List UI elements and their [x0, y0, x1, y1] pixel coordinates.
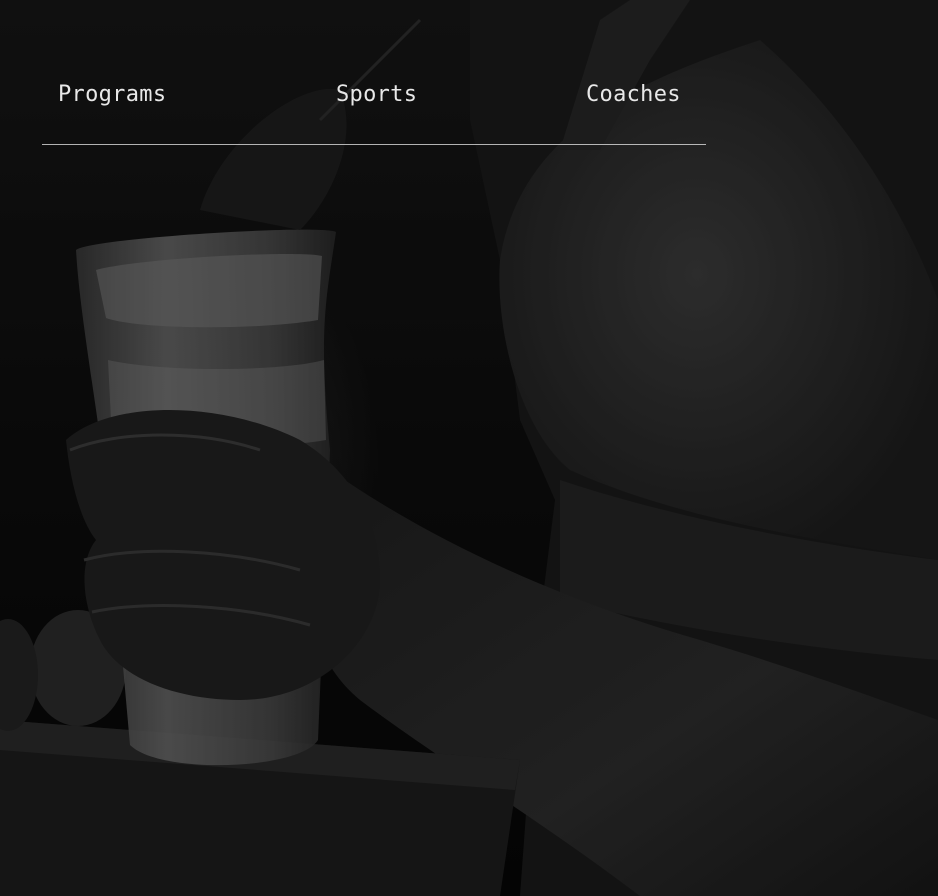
nav-link-sports[interactable]: Sports	[336, 82, 417, 107]
nav-link-coaches[interactable]: Coaches	[586, 82, 681, 107]
nav-link-programs[interactable]: Programs	[58, 82, 166, 107]
hero-section: Programs Sports Coaches	[0, 0, 938, 896]
main-nav: Programs Sports Coaches	[42, 70, 706, 145]
